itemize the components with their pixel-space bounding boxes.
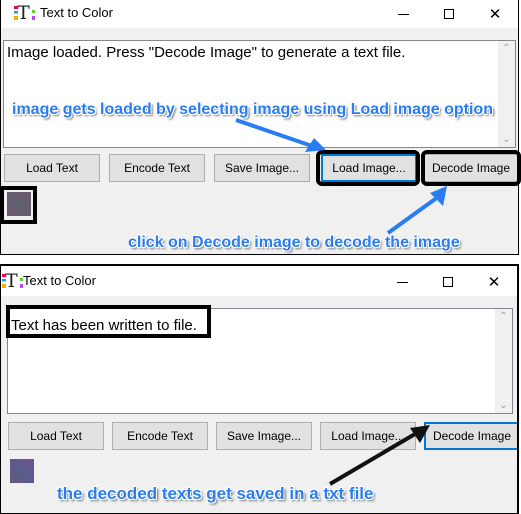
load-text-button[interactable]: Load Text (4, 154, 100, 182)
maximize-button[interactable] (426, 0, 472, 28)
app-logo-icon: T (2, 272, 23, 291)
close-icon: ✕ (488, 6, 502, 23)
minimize-icon (397, 13, 409, 15)
window-title: Text to Color (40, 5, 113, 20)
encode-text-button[interactable]: Encode Text (112, 422, 208, 450)
encode-text-button[interactable]: Encode Text (109, 154, 205, 182)
window-title: Text to Color (23, 273, 96, 288)
annotation-decode-image: click on Decode image to decode the imag… (128, 234, 460, 251)
image-preview (10, 459, 34, 483)
title-bar: T Text to Color ✕ (1, 0, 518, 28)
close-button[interactable]: ✕ (471, 268, 517, 296)
load-image-button[interactable]: Load Image... (320, 422, 416, 450)
app-window-before-decode: T Text to Color ✕ Image loaded. Press "D… (0, 0, 519, 255)
status-text: Image loaded. Press "Decode Image" to ge… (7, 44, 406, 61)
maximize-icon (443, 277, 453, 287)
decode-image-button[interactable]: Decode Image (424, 422, 517, 450)
annotation-load-image: image gets loaded by selecting image usi… (12, 101, 493, 118)
vertical-scrollbar[interactable]: ⌃ ⌄ (495, 309, 512, 413)
close-button[interactable]: ✕ (472, 0, 518, 28)
close-icon: ✕ (487, 274, 501, 291)
vertical-scrollbar[interactable]: ⌃ ⌄ (498, 41, 515, 147)
maximize-icon (444, 9, 454, 19)
save-image-button[interactable]: Save Image... (214, 154, 310, 182)
app-window-after-decode: T Text to Color ✕ Text has been written … (0, 264, 519, 514)
image-preview (7, 192, 31, 216)
minimize-button[interactable] (379, 268, 425, 296)
app-logo-icon: T (14, 4, 35, 23)
annotation-saved-txt: the decoded texts get saved in a txt fil… (57, 484, 374, 503)
scroll-up-icon[interactable]: ⌃ (495, 311, 512, 322)
load-text-button[interactable]: Load Text (8, 422, 104, 450)
output-textarea[interactable]: Image loaded. Press "Decode Image" to ge… (3, 40, 516, 148)
title-bar: T Text to Color ✕ (1, 266, 517, 296)
save-image-button[interactable]: Save Image... (216, 422, 312, 450)
decode-image-button[interactable]: Decode Image (423, 154, 518, 182)
minimize-icon (396, 281, 408, 283)
load-image-button[interactable]: Load Image... (321, 154, 417, 182)
maximize-button[interactable] (425, 268, 471, 296)
scroll-down-icon[interactable]: ⌄ (498, 134, 515, 145)
scroll-up-icon[interactable]: ⌃ (498, 43, 515, 54)
minimize-button[interactable] (380, 0, 426, 28)
scroll-down-icon[interactable]: ⌄ (495, 400, 512, 411)
status-text: Text has been written to file. (11, 317, 197, 334)
output-textarea[interactable]: Text has been written to file. ⌃ ⌄ (7, 308, 513, 414)
